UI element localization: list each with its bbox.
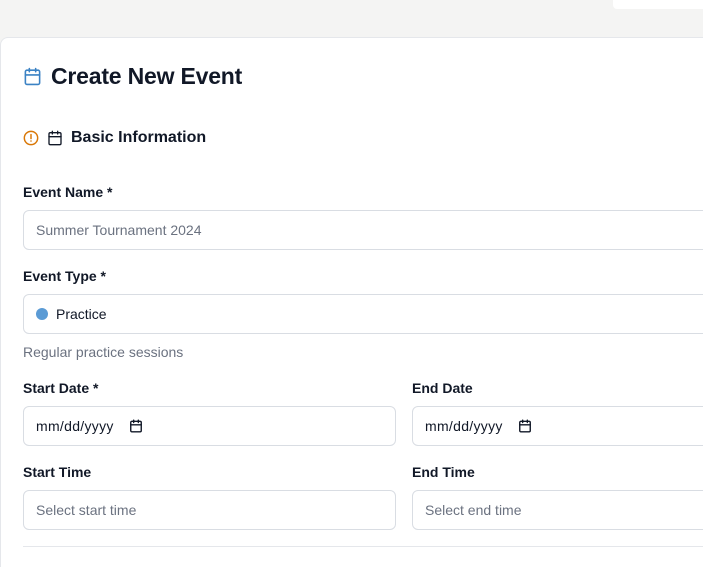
event-name-placeholder: Summer Tournament 2024 [36, 222, 202, 238]
end-time-placeholder: Select end time [425, 502, 522, 518]
end-time-label: End Time [412, 464, 475, 480]
start-time-placeholder: Select start time [36, 502, 137, 518]
calendar-icon [47, 130, 63, 146]
start-date-label: Start Date * [23, 380, 99, 396]
start-time-input[interactable]: Select start time [23, 490, 396, 530]
page-header: Create New Event [23, 61, 242, 91]
event-type-value: Practice [56, 306, 107, 322]
end-date-value: mm/dd/yyyy [425, 418, 503, 434]
calendar-picker-icon[interactable] [129, 419, 143, 433]
start-time-label: Start Time [23, 464, 92, 480]
end-date-label: End Date [412, 380, 473, 396]
end-date-input[interactable]: mm/dd/yyyy [412, 406, 703, 446]
start-date-value: mm/dd/yyyy [36, 418, 114, 434]
event-name-label: Event Name * [23, 184, 113, 200]
calendar-icon [23, 67, 42, 86]
page-title: Create New Event [51, 62, 243, 89]
section-header: Basic Information [23, 128, 206, 148]
event-name-input[interactable]: Summer Tournament 2024 [23, 210, 703, 250]
section-divider [23, 546, 703, 547]
end-time-input[interactable]: Select end time [412, 490, 703, 530]
event-type-select[interactable]: Practice [23, 294, 703, 334]
top-bar-control[interactable] [613, 0, 703, 9]
alert-circle-icon [23, 130, 39, 146]
event-type-label: Event Type * [23, 268, 106, 284]
start-date-input[interactable]: mm/dd/yyyy [23, 406, 396, 446]
top-bar [0, 0, 703, 13]
section-title: Basic Information [71, 129, 207, 146]
calendar-picker-icon[interactable] [518, 419, 532, 433]
event-type-color-dot [36, 308, 48, 320]
event-type-helper-text: Regular practice sessions [23, 344, 184, 360]
